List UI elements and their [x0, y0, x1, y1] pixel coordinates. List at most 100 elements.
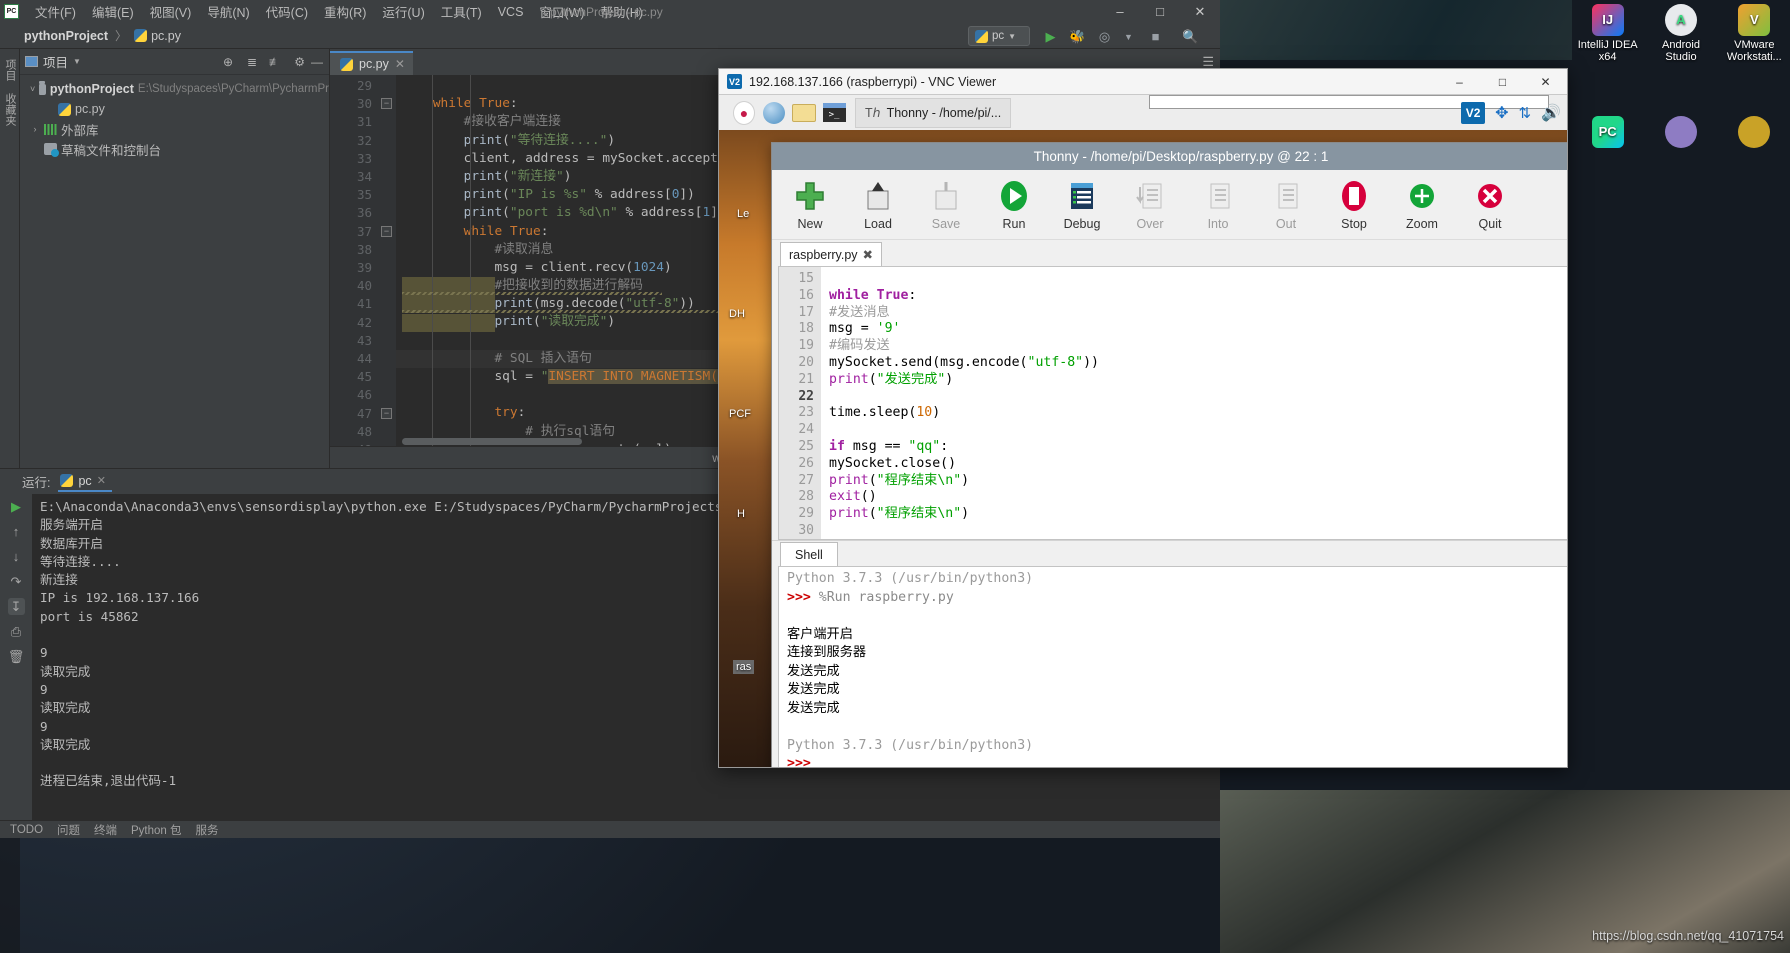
status-python-packages[interactable]: Python 包 — [131, 822, 182, 838]
desktop-icon-label[interactable]: PCF — [729, 408, 751, 420]
thonny-code-editor[interactable]: 15 16 17 18 19 20 21 22 23 24 25 26 27 28 29 30 while T… — [778, 266, 1567, 540]
minimize-button[interactable]: – — [1100, 0, 1140, 23]
file-manager-icon[interactable] — [789, 98, 819, 128]
thonny-new-button[interactable]: New — [776, 179, 844, 231]
close-icon[interactable]: ✕ — [395, 57, 405, 71]
thonny-tab-shell[interactable]: Shell — [780, 542, 838, 566]
desktop-icon-label[interactable]: ras — [733, 660, 755, 674]
bluetooth-icon[interactable]: ✥ — [1495, 103, 1508, 123]
run-icon[interactable]: ▶ — [1041, 27, 1060, 46]
tree-item-scratches[interactable]: 草稿文件和控制台 — [20, 139, 329, 159]
desktop-icon-vmware[interactable]: V VMware Workstati... — [1719, 2, 1790, 112]
breadcrumb-file[interactable]: pc.py — [151, 29, 181, 43]
menu-code[interactable]: 代码(C) — [258, 0, 316, 23]
chevron-down-icon[interactable]: ▼ — [73, 57, 81, 66]
status-services[interactable]: 服务 — [196, 822, 219, 838]
breadcrumb-project[interactable]: pythonProject — [24, 29, 108, 43]
raspberry-menu-icon[interactable]: ● — [729, 98, 759, 128]
volume-icon[interactable]: 🔊 — [1541, 103, 1561, 123]
fold-toggle-icon[interactable]: − — [381, 98, 392, 110]
thonny-stop-button[interactable]: Stop — [1320, 179, 1388, 231]
editor-gutter[interactable]: 29 30 31 32 33 34 35 36 37 38 39 40 41 42 43 44 45 46 47 48… — [330, 75, 378, 446]
desktop-icon-generic-b[interactable] — [1719, 114, 1790, 200]
thonny-step-into-button[interactable]: Into — [1184, 179, 1252, 231]
thonny-zoom-button[interactable]: Zoom — [1388, 179, 1456, 231]
desktop-icon-pycharm[interactable]: PC — [1572, 114, 1643, 200]
tool-window-tab-project[interactable]: 项目 — [0, 53, 20, 87]
soft-wrap-icon[interactable]: ↷ — [8, 573, 25, 590]
stop-icon[interactable]: ■ — [1146, 27, 1165, 46]
chevron-down-icon[interactable]: ▼ — [1119, 27, 1138, 46]
thonny-step-out-button[interactable]: Out — [1252, 179, 1320, 231]
code-line[interactable]: print("发送完成") — [829, 372, 1567, 389]
status-terminal[interactable]: 终端 — [94, 822, 117, 838]
hide-icon[interactable]: — — [311, 55, 323, 69]
maximize-button[interactable]: □ — [1140, 0, 1180, 23]
collapse-all-icon[interactable]: ≢ — [269, 55, 281, 69]
code-line[interactable]: mySocket.close() — [829, 456, 1567, 473]
web-browser-icon[interactable] — [759, 98, 789, 128]
taskbar-window-thonny[interactable]: Tℎ Thonny - /home/pi/... — [855, 97, 1012, 128]
up-arrow-icon[interactable]: ↑ — [8, 523, 25, 540]
code-line[interactable] — [829, 271, 1567, 288]
desktop-icon-label[interactable]: Le — [737, 208, 749, 220]
code-line[interactable]: exit() — [829, 489, 1567, 506]
thonny-quit-button[interactable]: Quit — [1456, 179, 1524, 231]
desktop-icon-label[interactable]: H — [737, 508, 745, 520]
menu-run[interactable]: 运行(U) — [374, 0, 432, 23]
tree-item-pythonproject[interactable]: ˅ pythonProject E:\Studyspaces\PyCharm\P… — [20, 79, 329, 99]
editor-tab-pc-py[interactable]: pc.py ✕ — [330, 51, 413, 75]
thonny-step-over-button[interactable]: Over — [1116, 179, 1184, 231]
code-line[interactable]: time.sleep(10) — [829, 405, 1567, 422]
code-line[interactable]: #发送消息 — [829, 305, 1567, 322]
menu-vcs[interactable]: VCS — [490, 3, 532, 21]
twisty-icon[interactable]: ˅ — [30, 84, 35, 94]
code-line[interactable] — [829, 389, 1567, 406]
scrollbar-thumb[interactable] — [402, 438, 582, 445]
thonny-save-button[interactable]: Save — [912, 179, 980, 231]
debug-icon[interactable]: 🐝 — [1068, 27, 1087, 46]
close-button[interactable]: ✕ — [1180, 0, 1220, 23]
code-line[interactable]: if msg == "qq": — [829, 439, 1567, 456]
code-line[interactable]: mySocket.send(msg.encode("utf-8")) — [829, 355, 1567, 372]
thonny-load-button[interactable]: Load — [844, 179, 912, 231]
down-arrow-icon[interactable]: ↓ — [8, 548, 25, 565]
menu-navigate[interactable]: 导航(N) — [199, 0, 257, 23]
menu-tools[interactable]: 工具(T) — [433, 0, 490, 23]
menu-file[interactable]: 文件(F) — [27, 0, 84, 23]
desktop-icon-intellij[interactable]: IJ IntelliJ IDEA x64 — [1572, 2, 1643, 112]
thonny-shell-output[interactable]: Python 3.7.3 (/usr/bin/python3) >>> %Run … — [778, 566, 1567, 767]
code-line[interactable]: print("程序结束\n") — [829, 506, 1567, 523]
menu-edit[interactable]: 编辑(E) — [84, 0, 142, 23]
tree-item-external-libraries[interactable]: › 外部库 — [20, 119, 329, 139]
fold-toggle-icon[interactable]: − — [381, 407, 392, 419]
desktop-icon-android-studio[interactable]: A Android Studio — [1645, 2, 1716, 112]
thonny-run-button[interactable]: Run — [980, 179, 1048, 231]
status-todo[interactable]: TODO — [10, 824, 43, 836]
menu-view[interactable]: 视图(V) — [142, 0, 200, 23]
code-line[interactable]: while True: — [829, 288, 1567, 305]
settings-gear-icon[interactable]: ⚙ — [294, 55, 305, 69]
close-button[interactable]: ✕ — [1524, 69, 1567, 94]
code-line[interactable]: msg = '9' — [829, 321, 1567, 338]
status-problems[interactable]: 问题 — [57, 822, 80, 838]
run-tab-pc[interactable]: pc ✕ — [58, 472, 112, 492]
desktop-icon-label[interactable]: DH — [729, 308, 745, 320]
print-icon[interactable]: ⎙ — [8, 623, 25, 640]
tree-item-pcpy[interactable]: pc.py — [20, 99, 329, 119]
tool-window-tab-favorites[interactable]: 收藏夹 — [0, 87, 20, 132]
code-line[interactable]: print("程序结束\n") — [829, 473, 1567, 490]
trash-icon[interactable]: 🗑 — [8, 648, 25, 665]
run-configuration-selector[interactable]: pc ▼ — [968, 26, 1030, 46]
code-line[interactable] — [829, 523, 1567, 539]
desktop-icon-generic-a[interactable] — [1645, 114, 1716, 200]
network-icon[interactable]: ⇅ — [1519, 104, 1532, 122]
maximize-button[interactable]: □ — [1481, 69, 1524, 94]
code-line[interactable] — [829, 422, 1567, 439]
thonny-code-area[interactable]: while True: #发送消息 msg = '9' #编码发送 mySock… — [821, 267, 1567, 539]
close-icon[interactable]: ✕ — [97, 474, 106, 487]
vnc-viewer-window[interactable]: V2 192.168.137.166 (raspberrypi) - VNC V… — [718, 68, 1568, 768]
thonny-window[interactable]: Thonny - /home/pi/Desktop/raspberry.py @… — [771, 142, 1567, 767]
rerun-icon[interactable]: ▶ — [8, 498, 25, 515]
minimize-button[interactable]: – — [1438, 69, 1481, 94]
